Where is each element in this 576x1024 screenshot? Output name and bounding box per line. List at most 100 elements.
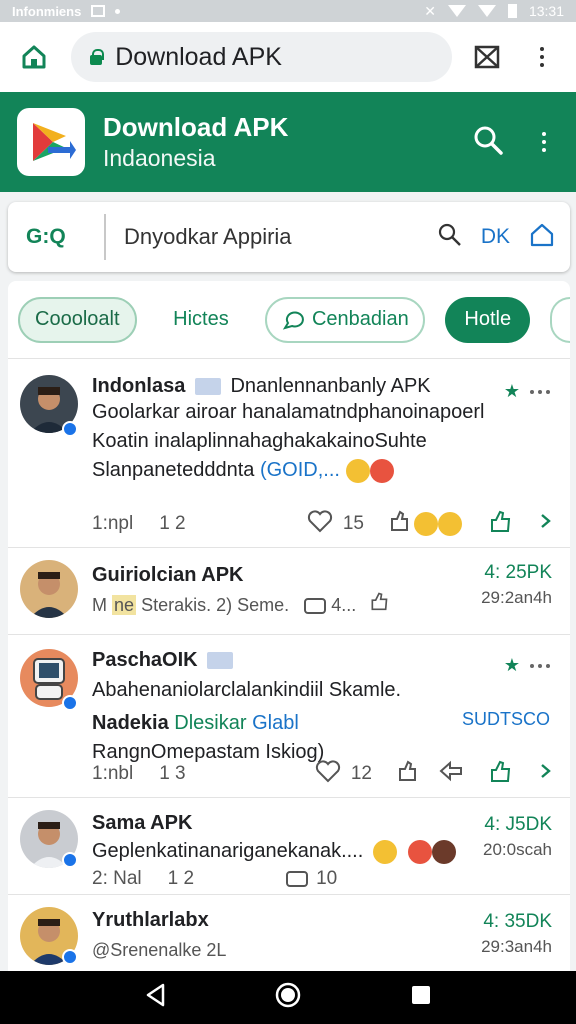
laugh-emoji-icon <box>414 512 438 536</box>
post-count: 1 2 <box>167 868 195 889</box>
smile-emoji-icon <box>345 458 370 483</box>
heart-icon[interactable] <box>307 509 333 539</box>
post-author[interactable]: PaschaOIK <box>92 649 198 671</box>
sub-author[interactable]: Nadekia <box>92 712 169 734</box>
verified-icon <box>62 949 78 965</box>
url-bar[interactable]: Download APK <box>71 32 452 82</box>
list-item[interactable]: Guiriolcian APK M ne Sterakis. 2) Seme. … <box>8 548 570 635</box>
post-text-1: Geplenkatinanariganekanak.... <box>92 840 364 862</box>
filter-chips: Coooloalt Hictes Cenbadian Hotle <box>8 281 570 359</box>
price-label: 4: 25PK <box>484 562 552 583</box>
app-title: Download APK <box>103 112 289 142</box>
comment-icon[interactable] <box>304 598 327 615</box>
chevron-right-icon[interactable] <box>538 762 554 786</box>
list-item[interactable]: Sama APK Geplenkatinanariganekanak.... 2… <box>8 798 570 895</box>
search-input[interactable]: Dnyodkar Appiria <box>124 224 404 250</box>
sub-tag[interactable]: Dlesikar <box>174 712 246 734</box>
date-label: 29:3an4h <box>481 937 552 956</box>
chevron-right-icon[interactable] <box>538 512 554 536</box>
search-icon[interactable] <box>472 124 504 161</box>
divider <box>104 214 106 260</box>
post-text-2: Koatin inalaplinnahaghakakainoSuhte <box>92 430 427 452</box>
star-icon[interactable]: ★ <box>504 381 520 402</box>
chip-0[interactable]: Coooloalt <box>18 296 137 343</box>
mute-icon: ✕ <box>424 2 436 19</box>
post-tag[interactable]: (GOID,... <box>260 459 340 481</box>
chip-overflow[interactable] <box>550 296 570 343</box>
avatar[interactable] <box>20 560 78 618</box>
sunglasses-emoji-icon <box>432 839 457 864</box>
subscribe-link[interactable]: SUDTSCO <box>462 709 550 730</box>
sub-tag-2[interactable]: Glabl <box>252 712 299 734</box>
dot-icon <box>115 8 121 14</box>
post-num: 2L <box>206 940 227 960</box>
post-author[interactable]: Sama APK <box>92 812 550 835</box>
post-time: 1:npl <box>92 513 134 534</box>
home-icon[interactable] <box>14 37 53 77</box>
share-icon[interactable] <box>396 760 418 788</box>
star-icon[interactable]: ★ <box>504 655 520 676</box>
browser-toolbar: Download APK <box>0 22 576 92</box>
app-menu-icon[interactable] <box>542 132 546 152</box>
list-item[interactable]: PaschaOIK Abahenaniolarclalankindiil Ska… <box>8 635 570 798</box>
chip-2[interactable]: Cenbadian <box>265 296 426 343</box>
app-header: Download APK Indaonesia <box>0 92 576 192</box>
post-title: Dnanlennanbanly APK <box>230 375 431 397</box>
url-text: Download APK <box>115 42 282 71</box>
back-icon[interactable] <box>143 982 167 1013</box>
heart-icon[interactable] <box>315 759 341 789</box>
thumbs-up-icon[interactable] <box>369 592 389 615</box>
post-tag: ne <box>112 595 137 615</box>
thumbs-up-icon[interactable] <box>488 759 512 789</box>
signal-icon <box>447 5 466 17</box>
price-label: 4: J5DK <box>484 814 552 835</box>
battery-icon <box>507 4 517 18</box>
share-icon[interactable] <box>388 510 410 538</box>
clock: 13:31 <box>528 3 564 19</box>
more-icon[interactable] <box>530 663 550 668</box>
chip-2-label: Cenbadian <box>311 308 409 330</box>
thumbs-up-icon[interactable] <box>488 509 512 539</box>
status-bar: Infonmiens ✕ 13:31 <box>0 0 576 22</box>
home-button-icon[interactable] <box>274 981 302 1014</box>
post-text-1: @Srenenalke <box>92 940 202 960</box>
flag-icon <box>194 378 221 396</box>
browser-menu-icon[interactable] <box>523 37 562 77</box>
chip-3[interactable]: Hotle <box>445 296 531 343</box>
carrier-label: Infonmiens <box>12 3 82 19</box>
comment-count: 4... <box>331 595 357 615</box>
app-subtitle: Indaonesia <box>103 145 216 171</box>
dk-button[interactable]: DK <box>481 225 510 249</box>
more-icon[interactable] <box>530 389 550 394</box>
post-text: Sterakis. <box>141 595 212 615</box>
grin-emoji-icon <box>438 512 462 536</box>
search-icon[interactable] <box>437 222 463 253</box>
smile-emoji-icon <box>372 839 397 864</box>
price-label: 4: 35DK <box>483 911 552 932</box>
search-code[interactable]: G:Q <box>26 225 86 249</box>
list-item[interactable]: Indonlasa Dnanlennanbanly APK Goolarkar … <box>8 359 570 548</box>
post-time: 2: Nal <box>92 868 142 889</box>
comment-icon[interactable] <box>286 871 309 887</box>
home-icon[interactable] <box>528 221 556 254</box>
repost-icon[interactable] <box>438 760 464 788</box>
date-label: 20:0scah <box>483 840 552 859</box>
date-label: 29:2an4h <box>481 588 552 607</box>
comment-count: 10 <box>316 868 338 889</box>
post-num: 2) <box>216 595 233 615</box>
post-count: 1 2 <box>159 513 186 534</box>
verified-icon <box>62 852 78 868</box>
flag-icon <box>207 652 234 670</box>
list-item[interactable]: Yruthlarlabx @Srenenalke 2L 4: 35DK 29:3… <box>8 895 570 971</box>
post-text-3: Slanpanetedddnta <box>92 459 255 481</box>
wifi-icon <box>477 5 496 17</box>
post-time: 1:nbl <box>92 763 134 784</box>
recents-icon[interactable] <box>409 983 433 1012</box>
post-author[interactable]: Indonlasa <box>92 375 185 397</box>
app-logo <box>17 108 85 176</box>
chip-1[interactable]: Hictes <box>157 297 246 343</box>
verified-icon <box>62 421 78 437</box>
tabs-icon[interactable] <box>468 37 507 77</box>
grimace-emoji-icon <box>408 839 433 864</box>
angry-emoji-icon <box>369 458 394 483</box>
